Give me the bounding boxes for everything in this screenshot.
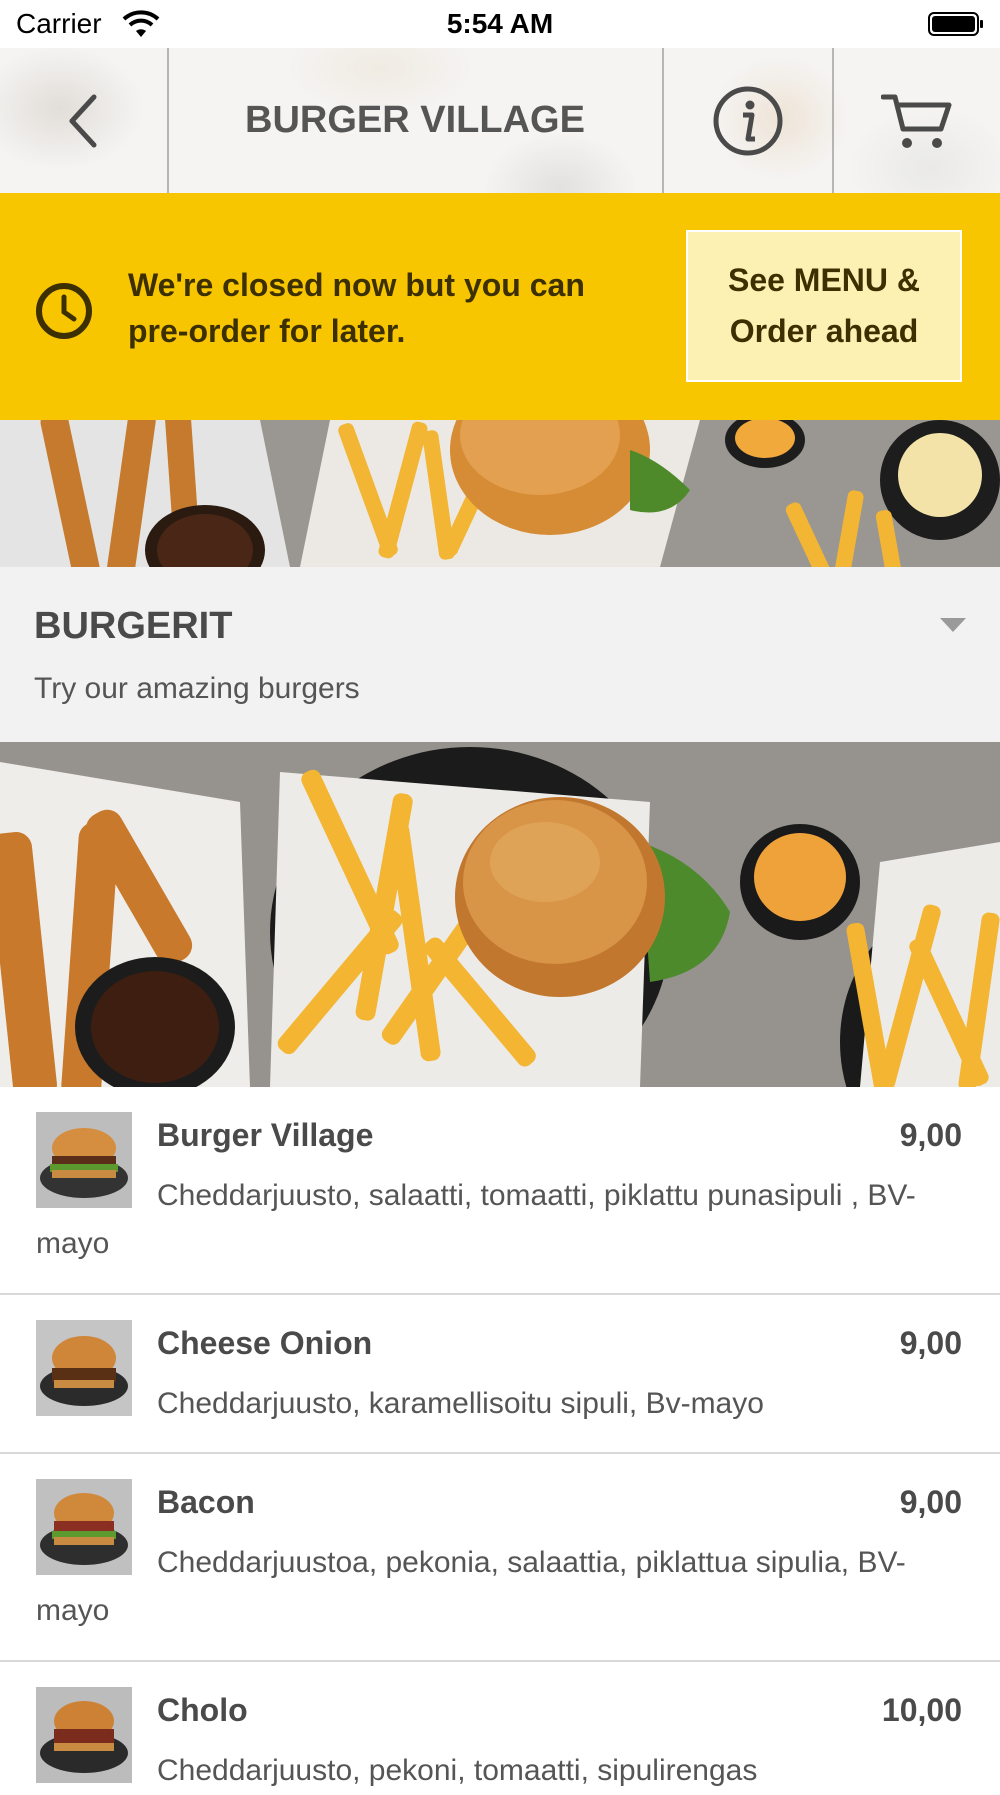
menu-item-description: Cheddarjuusto, karamellisoitu sipuli, Bv…	[157, 1387, 764, 1420]
menu-item-price: 10,00	[881, 1692, 962, 1728]
category-header[interactable]	[0, 567, 1000, 742]
page-title: BURGER VILLAGE	[245, 99, 585, 141]
closed-message: We're closed now but you can pre-order f…	[128, 267, 585, 349]
category-hero-image	[0, 742, 1000, 1087]
caret-down-icon[interactable]	[940, 618, 966, 632]
back-button[interactable]	[0, 48, 168, 193]
chevron-left-icon	[69, 94, 97, 147]
cart-icon	[881, 94, 952, 148]
cart-button[interactable]	[834, 48, 1000, 193]
menu-item-price: 9,00	[899, 1484, 962, 1520]
nav-header: BURGER VILLAGE	[0, 48, 1000, 193]
menu-item-price: 9,00	[899, 1117, 962, 1153]
menu-item[interactable]: Burger Village 9,00 Cheddarjuusto, salaa…	[0, 1087, 1000, 1295]
menu-item[interactable]: Cholo 10,00 Cheddarjuusto, pekoni, tomaa…	[0, 1662, 1000, 1787]
menu-item[interactable]: Cheese Onion 9,00 Cheddarjuusto, karamel…	[0, 1295, 1000, 1454]
clock-icon	[36, 283, 92, 339]
info-circle-icon	[713, 86, 783, 155]
status-bar: Carrier 5:54 AM	[0, 0, 1000, 48]
menu-item-description: Cheddarjuustoa, pekonia, salaattia, pikl…	[36, 1546, 906, 1627]
menu-item-price: 9,00	[899, 1325, 962, 1361]
menu-item-description: Cheddarjuusto, pekoni, tomaatti, sipulir…	[157, 1754, 758, 1787]
menu-order-ahead-button[interactable]: See MENU & Order ahead	[686, 230, 962, 382]
menu-item-name: Cholo	[157, 1692, 248, 1728]
menu-item-description: Cheddarjuusto, salaatti, tomaatti, pikla…	[36, 1179, 916, 1260]
menu-item-name: Bacon	[157, 1484, 255, 1520]
category-subtitle: Try our amazing burgers	[34, 672, 360, 705]
menu-item[interactable]: Bacon 9,00 Cheddarjuustoa, pekonia, sala…	[0, 1454, 1000, 1662]
category-title: BURGERIT	[34, 605, 233, 647]
menu-item-name: Cheese Onion	[157, 1325, 373, 1361]
food-image-strip	[0, 420, 1000, 567]
info-button[interactable]	[664, 48, 832, 193]
battery-icon	[928, 12, 983, 36]
menu-item-name: Burger Village	[157, 1117, 374, 1153]
clock-time: 5:54 AM	[446, 8, 554, 39]
